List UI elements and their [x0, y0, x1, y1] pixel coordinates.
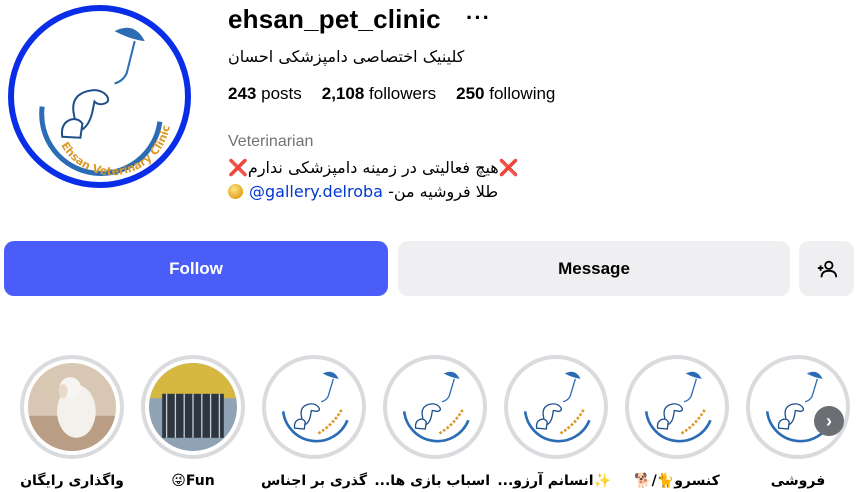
- highlight-item[interactable]: ✨انسانم آرزو...: [497, 355, 611, 489]
- clinic-logo-icon: [644, 371, 712, 443]
- bio-link[interactable]: @gallery.delroba: [249, 182, 383, 201]
- message-button[interactable]: Message: [398, 241, 790, 296]
- clinic-logo-icon: [281, 371, 349, 443]
- highlight-ring: [262, 355, 366, 459]
- story-highlights: واگذاری رایگان Fun😜 گذری بر اجناس اسباب …: [0, 355, 866, 492]
- add-user-icon: [817, 260, 837, 277]
- highlight-ring: [625, 355, 729, 459]
- highlight-thumb-photo-cage: [149, 363, 237, 451]
- cross-mark-icon: ❌: [498, 158, 519, 177]
- highlight-thumb-clinic-logo: [633, 363, 721, 451]
- gold-coin-icon: [228, 184, 243, 199]
- profile-category: Veterinarian: [228, 133, 314, 150]
- highlight-ring: [141, 355, 245, 459]
- more-horizontal-icon[interactable]: ···: [466, 4, 491, 32]
- cross-mark-icon: ❌: [228, 158, 248, 177]
- clinic-logo-icon: [523, 371, 591, 443]
- highlight-label: فروشی: [770, 473, 826, 489]
- highlight-thumb-clinic-logo: [512, 363, 600, 451]
- highlight-thumb-photo-dog: [28, 363, 116, 451]
- highlight-label: گذری بر اجناس: [260, 473, 367, 489]
- highlight-label: اسباب بازی ها...: [374, 473, 490, 489]
- following-stat[interactable]: 250 following: [456, 84, 555, 104]
- highlight-item[interactable]: واگذاری رایگان: [17, 355, 127, 489]
- posts-stat[interactable]: 243 posts: [228, 84, 302, 104]
- highlight-label: ✨انسانم آرزو...: [497, 473, 611, 489]
- highlight-ring: [20, 355, 124, 459]
- next-highlights-button[interactable]: ›: [814, 406, 844, 436]
- suggested-users-button[interactable]: [799, 241, 854, 296]
- highlight-label: واگذاری رایگان: [20, 473, 124, 489]
- posts-count: 243: [228, 84, 257, 103]
- highlight-item[interactable]: کنسرو🐈/🐕: [622, 355, 732, 489]
- highlight-item[interactable]: Fun😜: [138, 355, 248, 489]
- highlight-thumb-clinic-logo: [270, 363, 358, 451]
- profile-avatar[interactable]: Ehsan Veterinary Clinic: [8, 5, 191, 188]
- clinic-logo-icon: [402, 371, 470, 443]
- profile-full-name: کلینیک اختصاصی دامپزشکی احسان: [228, 47, 465, 66]
- highlight-label: Fun😜: [171, 473, 215, 489]
- highlight-thumb-clinic-logo: [391, 363, 479, 451]
- highlight-ring: [383, 355, 487, 459]
- bio-line-2-text: طلا فروشیه من-: [388, 182, 499, 201]
- followers-label: followers: [369, 84, 437, 103]
- following-label: following: [489, 84, 556, 103]
- profile-username: ehsan_pet_clinic: [228, 4, 441, 34]
- profile-stats: 243 posts 2,108 followers 250 following: [228, 84, 555, 104]
- highlight-item[interactable]: گذری بر اجناس: [259, 355, 369, 489]
- followers-stat[interactable]: 2,108 followers: [322, 84, 436, 104]
- bio-line-1-text: هیچ فعالیتی در زمینه دامپزشکی ندارم: [247, 158, 499, 177]
- bio-line-1: ❌هیچ فعالیتی در زمینه دامپزشکی ندارم❌: [228, 158, 519, 177]
- followers-count: 2,108: [321, 84, 365, 103]
- highlight-label: کنسرو🐈/🐕: [634, 473, 720, 489]
- highlight-item[interactable]: اسباب بازی ها...: [374, 355, 490, 489]
- clinic-logo-icon: Ehsan Veterinary Clinic: [19, 16, 180, 178]
- following-count: 250: [456, 84, 485, 103]
- chevron-right-icon: ›: [826, 410, 832, 431]
- follow-button[interactable]: Follow: [4, 241, 388, 296]
- posts-label: posts: [261, 84, 302, 103]
- highlight-ring: [504, 355, 608, 459]
- bio-line-2: @gallery.delroba طلا فروشیه من-: [228, 182, 498, 201]
